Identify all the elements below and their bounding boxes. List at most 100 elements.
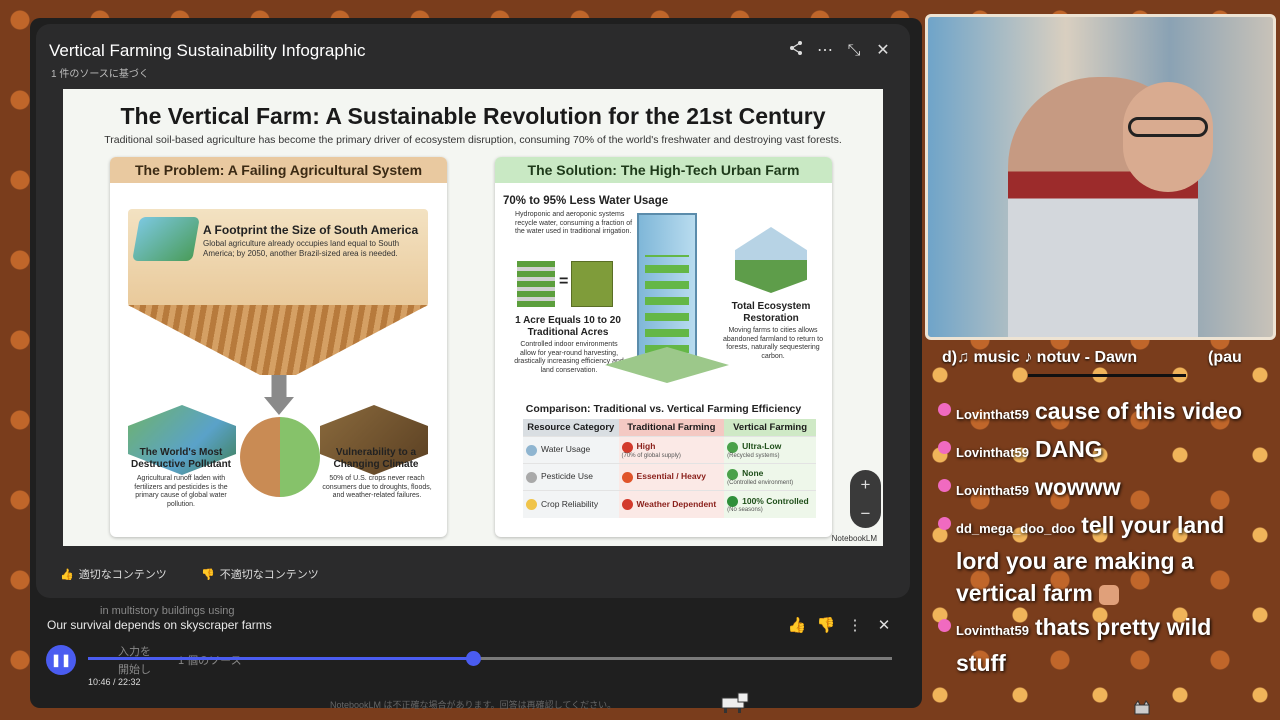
small-cat-icon <box>1134 700 1150 715</box>
hydroponic-rack-icon <box>517 261 555 307</box>
zoom-in-button[interactable]: + <box>850 470 881 499</box>
water-drop-icon <box>621 441 633 453</box>
acre-field-icon <box>571 261 613 307</box>
more-vert-icon[interactable]: ⋮ <box>844 615 866 637</box>
problem-header: The Problem: A Failing Agricultural Syst… <box>110 157 447 183</box>
pollutant-text: Agricultural runoff laden with fertilize… <box>134 475 228 508</box>
problem-column: The Problem: A Failing Agricultural Syst… <box>110 157 447 537</box>
thumbs-down-label: 不適切なコンテンツ <box>219 569 319 581</box>
acre-title: 1 Acre Equals 10 to 20 Traditional Acres <box>515 315 621 338</box>
audio-title: Our survival depends on skyscraper farms <box>47 618 272 632</box>
collapse-icon[interactable]: ⤡ <box>843 40 865 62</box>
climate-text: 50% of U.S. crops never reach consumers … <box>322 475 432 499</box>
recycle-icon <box>727 441 739 453</box>
notebooklm-watermark: NotebookLM <box>831 534 877 543</box>
playback-time: 10:46 / 22:32 <box>88 677 141 687</box>
background-source-count: 1 個のソース <box>178 655 242 667</box>
now-playing-tail: (pau <box>1208 349 1242 366</box>
user-badge-icon <box>938 479 951 492</box>
vertical-farm-tower-illustration <box>637 213 697 363</box>
drought-vs-farm-illustration <box>240 417 320 497</box>
acre-text: Controlled indoor environments allow for… <box>514 341 624 374</box>
card-subtitle: 1 件のソースに基づく <box>51 69 149 80</box>
farmland-illustration <box>128 305 428 375</box>
ecosystem-text: Moving farms to cities allows abandoned … <box>723 327 824 360</box>
share-icon[interactable] <box>785 40 807 62</box>
infographic-slide: The Vertical Farm: A Sustainable Revolut… <box>63 89 883 546</box>
now-playing-bar <box>1028 374 1186 377</box>
thumbs-up-button[interactable]: 👍 適切なコンテンツ <box>60 566 167 582</box>
zoom-out-button[interactable]: − <box>850 499 881 528</box>
weather-icon <box>526 498 537 510</box>
down-arrow-icon <box>264 375 294 415</box>
progress-track[interactable] <box>88 651 892 666</box>
spray-bottle-icon <box>526 471 537 483</box>
check-icon <box>727 495 739 507</box>
dislike-icon[interactable]: 👎 <box>815 615 837 637</box>
chat-message: dd_mega_doo_doo tell your land lord you a… <box>935 509 1245 609</box>
chat-username: Lovinthat59 <box>956 407 1029 422</box>
row-category: Crop Reliability <box>541 498 599 509</box>
water-text: Hydroponic and aeroponic systems recycle… <box>515 211 633 235</box>
table-row: Pesticide Use Essential / Heavy None (Con… <box>523 463 816 491</box>
disclaimer-text: NotebookLM は不正確な場合があります。回答は再確認してください。 <box>330 700 617 710</box>
thumbs-down-button[interactable]: 👎 不適切なコンテンツ <box>201 566 319 582</box>
like-icon[interactable]: 👍 <box>786 615 808 637</box>
row-vertical-note: (No seasons) <box>727 506 763 513</box>
footprint-text: Global agriculture already occupies land… <box>203 239 400 258</box>
stream-chat: Lovinthat59 cause of this video Lovinthat… <box>935 395 1245 713</box>
close-icon[interactable]: ✕ <box>872 40 894 62</box>
row-vertical: Ultra-Low <box>742 441 782 452</box>
cat-sprite-icon <box>721 692 749 713</box>
pollutant-title: The World's Most Destructive Pollutant <box>130 447 232 470</box>
chat-message: Lovinthat59 cause of this video <box>935 395 1245 431</box>
globe-icon <box>132 217 200 261</box>
row-vertical: 100% Controlled <box>742 495 809 506</box>
water-tap-icon <box>526 444 537 456</box>
row-vertical-note: (Recycled systems) <box>727 452 780 459</box>
chat-username: dd_mega_doo_doo <box>956 521 1076 536</box>
warning-icon <box>621 498 633 510</box>
thumbs-up-icon: 👍 <box>60 569 74 581</box>
table-header: Traditional Farming <box>618 419 725 437</box>
table-row: Water Usage High (70% of global supply) U… <box>523 436 816 464</box>
chat-message: Lovinthat59 thats pretty wild stuff <box>935 611 1245 679</box>
thumbs-up-label: 適切なコンテンツ <box>78 569 167 581</box>
footprint-title: A Footprint the Size of South America <box>203 223 419 237</box>
chat-text: wowww <box>1034 474 1121 500</box>
comparison-table: Resource Category Traditional Farming Ve… <box>523 419 816 518</box>
zoom-controls: + − <box>850 470 881 528</box>
row-traditional-note: (70% of global supply) <box>621 452 681 459</box>
user-badge-icon <box>938 517 951 530</box>
glasses-icon <box>1128 117 1208 137</box>
row-traditional: Essential / Heavy <box>636 471 707 482</box>
leaf-icon <box>727 468 739 480</box>
streamer-face <box>1123 82 1213 192</box>
pause-button[interactable]: ❚❚ <box>46 645 76 675</box>
user-badge-icon <box>938 441 951 454</box>
chat-text: DANG <box>1034 436 1103 462</box>
more-vert-icon[interactable]: ⋯ <box>814 40 836 62</box>
table-header: Vertical Farming <box>724 419 816 437</box>
table-row: Crop Reliability Weather Dependent 100% … <box>523 490 816 518</box>
chat-username: Lovinthat59 <box>956 445 1029 460</box>
row-traditional: High <box>636 441 656 452</box>
user-badge-icon <box>938 403 951 416</box>
webcam-feed <box>925 14 1276 340</box>
solution-column: The Solution: The High-Tech Urban Farm 7… <box>495 157 832 537</box>
chat-text: cause of this video <box>1034 398 1243 424</box>
close-player-icon[interactable]: ✕ <box>873 615 895 637</box>
row-category: Water Usage <box>541 444 591 455</box>
row-category: Pesticide Use <box>541 471 593 482</box>
ecosystem-title: Total Ecosystem Restoration <box>731 301 811 324</box>
chat-username: Lovinthat59 <box>956 623 1029 638</box>
background-text: in multistory buildings using <box>100 605 235 617</box>
chat-message: Lovinthat59 wowww <box>935 471 1245 507</box>
card-title: Vertical Farming Sustainability Infograp… <box>49 41 366 60</box>
face-emote-icon <box>1099 584 1120 605</box>
progress-fill <box>88 657 474 660</box>
chat-username: Lovinthat59 <box>956 483 1029 498</box>
city-forest-illustration <box>735 227 807 293</box>
row-vertical: None <box>742 468 764 479</box>
slide-title: The Vertical Farm: A Sustainable Revolut… <box>120 103 826 129</box>
